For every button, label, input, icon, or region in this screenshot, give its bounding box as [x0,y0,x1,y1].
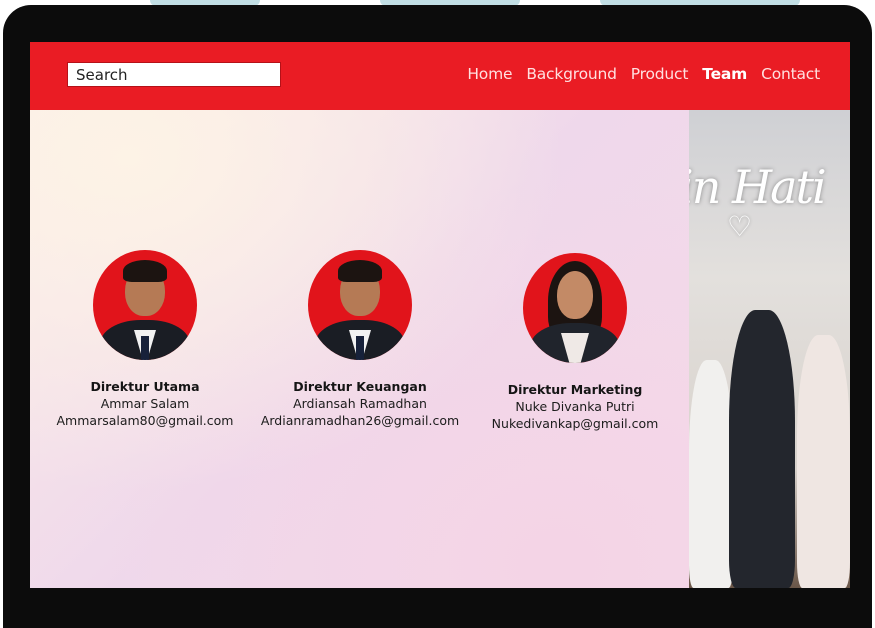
team-member-card: Direktur Utama Ammar Salam Ammarsalam80@… [45,250,245,428]
heart-icon: ♡ [727,210,753,243]
member-role: Direktur Marketing [507,382,643,397]
member-name: Ammar Salam [100,396,190,411]
member-email: Nukedivankap@gmail.com [491,416,659,431]
nav-item-product[interactable]: Product [631,65,689,83]
member-name: Nuke Divanka Putri [515,399,635,414]
team-member-card: Direktur Keuangan Ardiansah Ramadhan Ard… [260,250,460,428]
team-member-card: Direktur Marketing Nuke Divanka Putri Nu… [475,253,675,431]
member-email: Ammarsalam80@gmail.com [56,413,234,428]
nav-item-background[interactable]: Background [526,65,617,83]
avatar [308,250,412,360]
nav-item-contact[interactable]: Contact [761,65,820,83]
nav-item-team[interactable]: Team [702,65,747,83]
nav-menu: Home Background Product Team Contact [467,65,820,83]
person-figure [729,310,795,588]
search-box[interactable] [67,62,281,87]
avatar [523,253,627,363]
member-role: Direktur Keuangan [293,379,427,394]
neon-sign-text: in Hati [689,160,827,214]
member-role: Direktur Utama [90,379,200,394]
person-figure [797,335,850,588]
search-input[interactable] [68,63,280,86]
person-figure [689,360,733,588]
avatar [93,250,197,360]
navbar: Home Background Product Team Contact [30,42,850,110]
team-photo: in Hati ♡ [689,110,850,588]
member-name: Ardiansah Ramadhan [293,396,427,411]
member-email: Ardianramadhan26@gmail.com [260,413,460,428]
screen: Home Background Product Team Contact Dir… [30,42,850,588]
team-section: Direktur Utama Ammar Salam Ammarsalam80@… [30,110,689,588]
nav-item-home[interactable]: Home [467,65,512,83]
